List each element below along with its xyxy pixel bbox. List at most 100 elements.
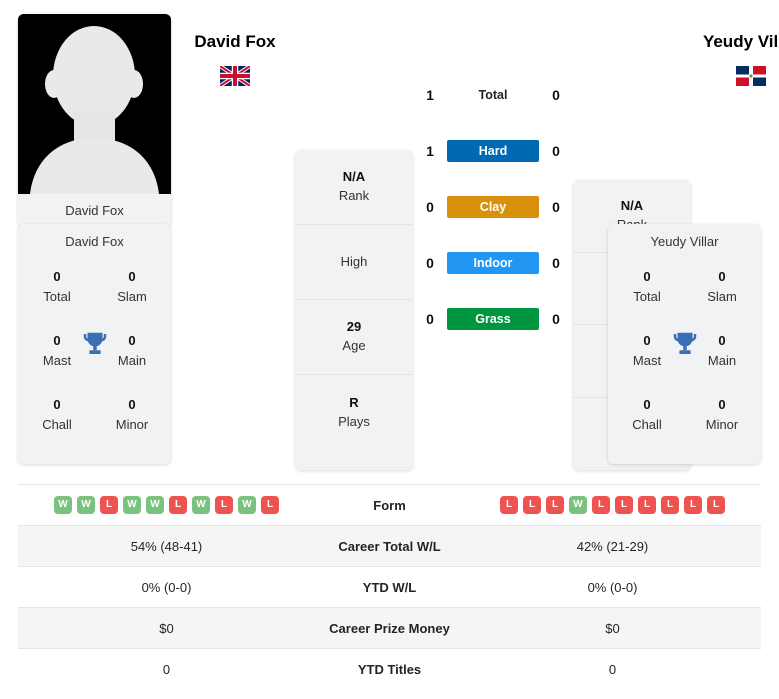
form-badge-win: W (238, 496, 256, 514)
titles-total-label-left: Total (43, 288, 71, 304)
info-row-age-left: 29 Age (295, 300, 413, 375)
form-badge-win: W (569, 496, 587, 514)
row-label-ytd-wl: YTD W/L (362, 579, 417, 595)
form-badge-win: W (54, 496, 72, 514)
trophy-icon (670, 329, 700, 359)
form-badge-win: W (123, 496, 141, 514)
surface-badge-clay[interactable]: Clay (447, 196, 539, 218)
info-row-high-left: High (295, 225, 413, 300)
h2h-row: 0 Grass 0 (413, 291, 573, 347)
titles-main-left: 0 Main (101, 331, 163, 370)
form-badge-loss: L (523, 496, 541, 514)
surface-badge-indoor[interactable]: Indoor (447, 252, 539, 274)
titles-total-value-left: 0 (53, 269, 61, 284)
titles-minor-label-right: Minor (705, 416, 739, 432)
form-strip-left: WWLWWLWLWL (18, 496, 315, 514)
player-photo-caption-left: David Fox (18, 194, 171, 227)
career-prize-money-right: $0 (605, 620, 620, 636)
titles-grid-left: 0 Total 0 Slam 0 Mast 0 Main 0 Chall 0 M… (18, 259, 171, 449)
titles-chall-value-right: 0 (643, 397, 651, 412)
titles-minor-label-left: Minor (115, 416, 149, 432)
h2h-surface: Grass (447, 308, 539, 330)
h2h-surface: Hard (447, 140, 539, 162)
h2h-left-count: 0 (426, 199, 434, 215)
info-row-rank-left: N/A Rank (295, 150, 413, 225)
titles-slam-left: 0 Slam (101, 267, 163, 306)
h2h-right-count: 0 (552, 199, 560, 215)
player-avatar-left (18, 14, 171, 194)
career-prize-money-left: $0 (159, 620, 174, 636)
player-info-card-left: N/A Rank High 29 Age R Plays (295, 150, 413, 470)
titles-grid-right: 0 Total 0 Slam 0 Mast 0 Main 0 Chall 0 M… (608, 259, 761, 449)
titles-slam-label-right: Slam (707, 288, 737, 304)
titles-main-value-left: 0 (128, 333, 136, 348)
career-total-wl-right: 42% (21-29) (576, 538, 649, 554)
table-row: 0 YTD Titles 0 (18, 648, 761, 690)
player-comparison-page: David Fox David Fox N/A Rank High 29 Age… (0, 0, 779, 699)
trophy-icon (80, 329, 110, 359)
titles-chall-right: 0 Chall (616, 395, 678, 434)
titles-chall-label-left: Chall (42, 416, 72, 432)
h2h-row: 0 Indoor 0 (413, 235, 573, 291)
page-title-left: David Fox (194, 32, 276, 51)
h2h-left-count: 0 (426, 311, 434, 327)
titles-minor-value-right: 0 (718, 397, 726, 412)
titles-main-right: 0 Main (691, 331, 753, 370)
surface-badge-grass[interactable]: Grass (447, 308, 539, 330)
table-row: 54% (48-41) Career Total W/L 42% (21-29) (18, 525, 761, 567)
titles-minor-left: 0 Minor (101, 395, 163, 434)
titles-card-title-left: David Fox (65, 234, 124, 249)
titles-main-label-right: Main (707, 352, 737, 368)
form-cell-right: LLLWLLLLLL (464, 485, 761, 526)
titles-total-value-right: 0 (643, 269, 651, 284)
table-row: 0% (0-0) YTD W/L 0% (0-0) (18, 566, 761, 608)
info-row-plays-left: R Plays (295, 375, 413, 450)
h2h-right-count: 0 (552, 255, 560, 271)
surface-badge-hard[interactable]: Hard (447, 140, 539, 162)
titles-slam-label-left: Slam (117, 288, 147, 304)
ytd-titles-left: 0 (162, 661, 171, 677)
plays-label-left: Plays (338, 413, 370, 429)
comparison-stats-table: WWLWWLWLWL Form LLLWLLLLLL 54% (48-41) C… (18, 484, 761, 690)
titles-main-value-right: 0 (718, 333, 726, 348)
form-badge-loss: L (707, 496, 725, 514)
row-label-form: Form (373, 497, 406, 513)
form-badge-loss: L (592, 496, 610, 514)
titles-slam-right: 0 Slam (691, 267, 753, 306)
h2h-row: 0 Clay 0 (413, 179, 573, 235)
form-cell-left: WWLWWLWLWL (18, 485, 315, 526)
titles-slam-value-right: 0 (718, 269, 726, 284)
form-badge-loss: L (169, 496, 187, 514)
rank-label-left: Rank (338, 188, 370, 203)
titles-main-label-left: Main (117, 352, 147, 368)
row-label-career-prize-money: Career Prize Money (329, 620, 450, 636)
row-label-ytd-titles: YTD Titles (357, 661, 422, 677)
h2h-right-count: 0 (552, 87, 560, 103)
titles-card-title-right: Yeudy Villar (650, 234, 719, 249)
h2h-right-count: 0 (552, 143, 560, 159)
table-row: $0 Career Prize Money $0 (18, 607, 761, 649)
head-to-head-column: 1 Total 0 1 Hard 0 0 Clay 0 0 Indoor 0 0… (413, 10, 573, 478)
form-strip-right: LLLWLLLLLL (464, 496, 761, 514)
h2h-left-count: 1 (426, 143, 434, 159)
player-photo-card-left[interactable]: David Fox (18, 14, 171, 227)
form-badge-loss: L (684, 496, 702, 514)
h2h-label: Total (478, 88, 508, 102)
form-badge-loss: L (215, 496, 233, 514)
h2h-left-count: 1 (426, 87, 434, 103)
age-value-left: 29 (346, 319, 362, 335)
h2h-row: 1 Hard 0 (413, 123, 573, 179)
h2h-surface: Indoor (447, 252, 539, 274)
row-label-career-total-wl: Career Total W/L (338, 538, 441, 554)
plays-value-left: R (349, 394, 359, 410)
form-badge-loss: L (100, 496, 118, 514)
form-badge-loss: L (546, 496, 564, 514)
form-badge-loss: L (661, 496, 679, 514)
titles-total-left: 0 Total (26, 267, 88, 306)
do-flag-icon (736, 66, 766, 86)
titles-total-label-right: Total (633, 288, 661, 304)
h2h-surface: Total (447, 86, 539, 104)
rank-value-left: N/A (342, 169, 366, 185)
h2h-row: 1 Total 0 (413, 67, 573, 123)
titles-chall-label-right: Chall (632, 416, 662, 432)
